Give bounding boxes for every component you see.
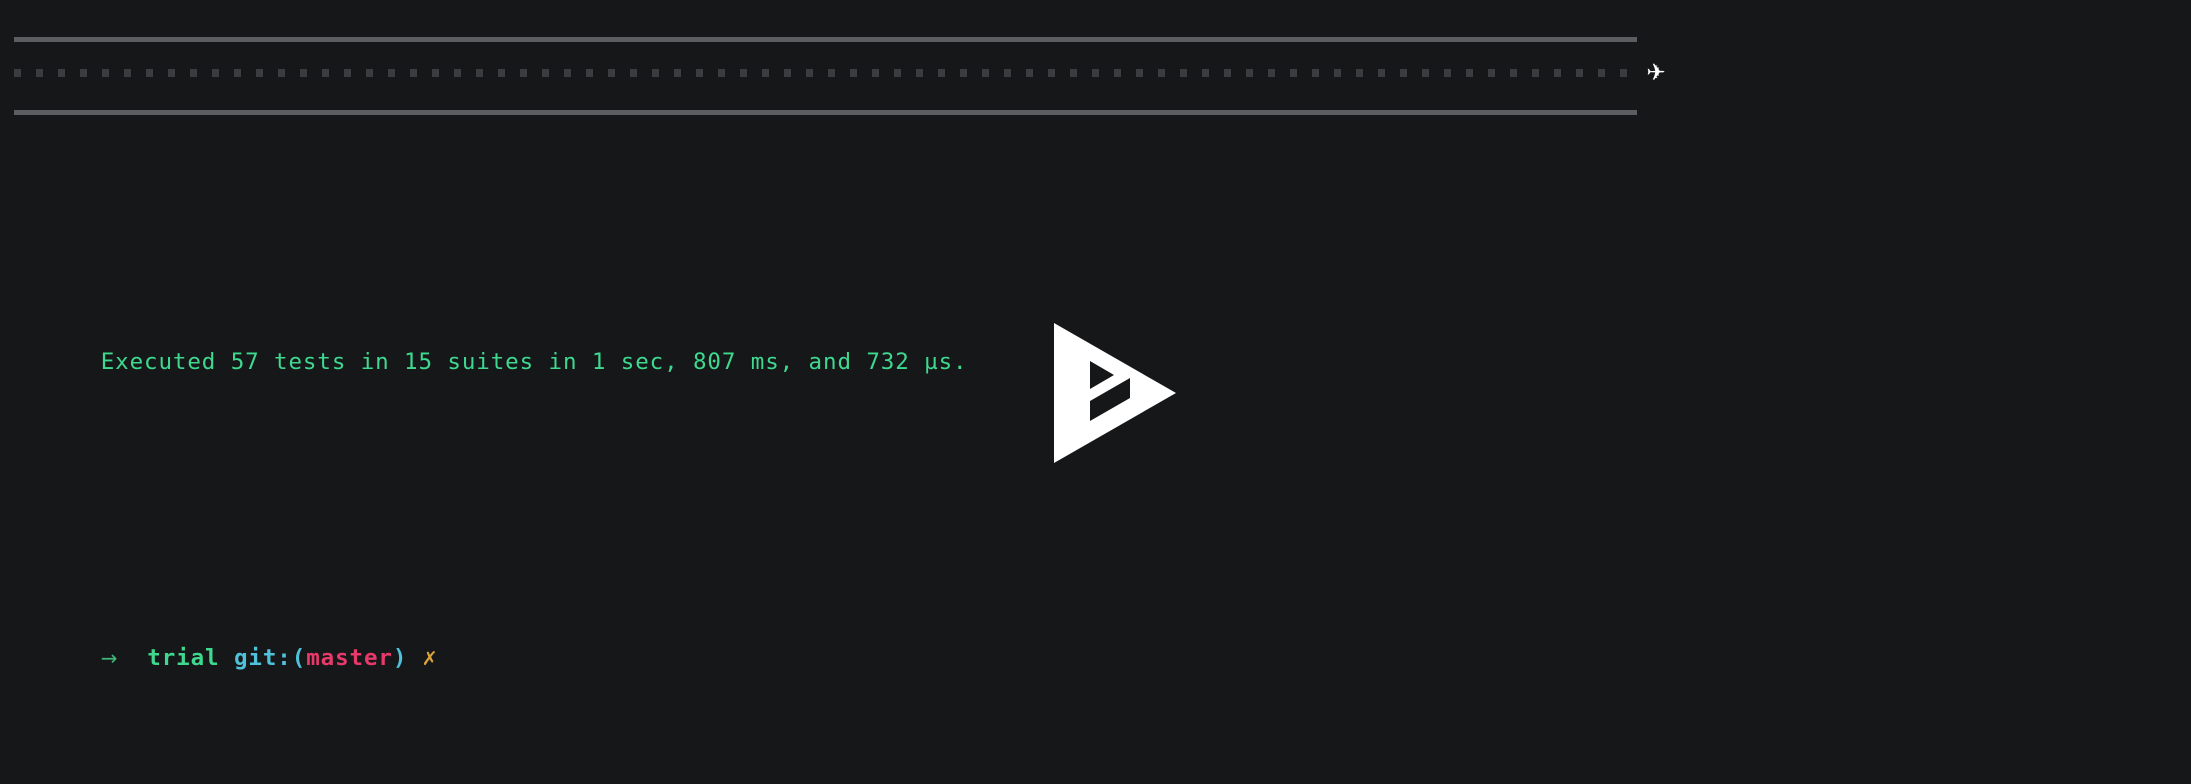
test-summary-text: Executed 57 tests in 15 suites in 1 sec,… bbox=[100, 349, 968, 375]
prompt-directory: trial bbox=[147, 645, 220, 671]
play-triangle-icon bbox=[1054, 323, 1176, 463]
runway-center-dashed-line bbox=[14, 69, 1637, 77]
shell-prompt-line[interactable]: → trial git:(master) ✗ bbox=[14, 603, 967, 671]
runway-edge-top-line bbox=[14, 37, 1637, 42]
airplane-icon: ✈ bbox=[1646, 60, 1666, 86]
prompt-paren-open: ( bbox=[291, 645, 307, 671]
terminal-output: Executed 57 tests in 15 suites in 1 sec,… bbox=[14, 196, 967, 751]
test-summary-line: Executed 57 tests in 15 suites in 1 sec,… bbox=[14, 307, 967, 375]
prompt-dirty-flag-icon: ✗ bbox=[421, 648, 439, 670]
prompt-vcs-label: git: bbox=[233, 645, 292, 671]
prompt-arrow-icon: → bbox=[100, 646, 119, 670]
prompt-gap-2 bbox=[220, 645, 234, 671]
prompt-paren-close: ) bbox=[392, 645, 408, 671]
prompt-gap-1 bbox=[118, 645, 147, 671]
runway-progress-bar: ✈ bbox=[14, 28, 1666, 120]
play-button[interactable] bbox=[1052, 321, 1178, 465]
runway-edge-bottom-line bbox=[14, 110, 1637, 115]
terminal-screen: ✈ Executed 57 tests in 15 suites in 1 se… bbox=[0, 0, 2191, 784]
prompt-branch-name: master bbox=[306, 645, 393, 671]
prompt-gap-3 bbox=[407, 645, 421, 671]
